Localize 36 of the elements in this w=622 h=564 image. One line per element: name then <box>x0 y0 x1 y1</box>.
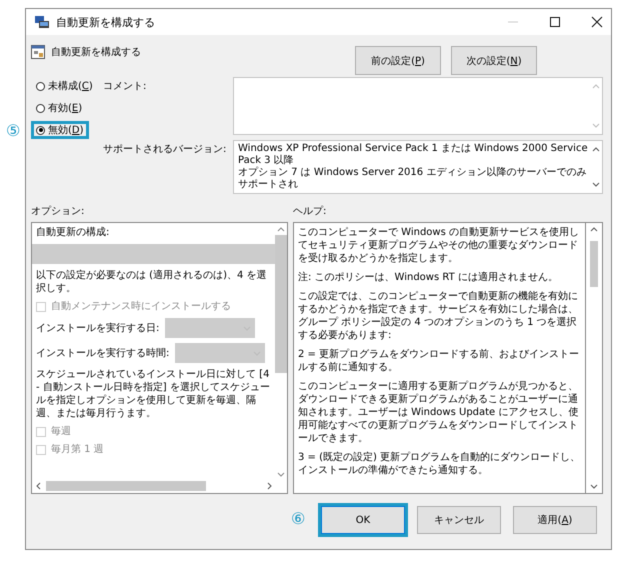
checkbox-label: 毎週 <box>51 425 71 438</box>
dialog-button[interactable]: OK <box>321 506 405 534</box>
callout-number: ⑤ <box>6 122 20 140</box>
option-text: 自動更新の構成: <box>36 226 110 239</box>
help-text: このコンピューターに適用する更新プログラムが見つかると、ダウンロードできる更新プログラムがあることがユーザーに通知されます。ユーザーは Windows Update にアクセスし、使用可能なすべての更新プログラムをダウンロードしてインストールできます。 <box>298 380 580 445</box>
checkbox-label: 自動メンテナンス時にインストールする <box>51 300 231 313</box>
options-label: オプション: <box>31 204 86 219</box>
close-icon <box>591 16 603 28</box>
setting-name: 自動更新を構成する <box>51 46 142 59</box>
comment-label: コメント: <box>103 80 148 94</box>
help-text: 2 = 更新プログラムをダウンロードする前、およびインストールする前に通知する。 <box>298 348 580 374</box>
help-text: この設定では、このコンピューターで自動更新の機能を有効にするかどうかを指定できます。サービスを有効にした場合は、グループ ポリシー設定の 4 つのオプションのうち 1 つを選択する必要があります: <box>298 290 579 342</box>
radio-option[interactable]: 無効(D) <box>31 121 89 139</box>
app-icon <box>34 15 50 29</box>
field-label: インストールを実行する時間: <box>36 346 170 360</box>
help-label: ヘルプ: <box>293 204 328 219</box>
checkbox-label: 毎月第 1 週 <box>51 443 104 456</box>
supported-label: サポートされるバージョン: <box>103 143 228 157</box>
radio-option[interactable]: 未構成(C) <box>31 77 98 95</box>
version-text: Windows XP Professional Service Pack 1 または Windows 2000 Service Pack 3 以降 <box>238 143 589 166</box>
dialog-button[interactable]: キャンセル <box>417 506 501 534</box>
nav-button[interactable]: 前の設定(P) <box>355 46 441 75</box>
help-text: 注: このポリシーは、Windows RT には適用されません。 <box>298 271 559 284</box>
nav-button[interactable]: 次の設定(N) <box>451 46 537 75</box>
window-title: 自動更新を構成する <box>56 14 156 30</box>
maximize-icon <box>549 16 561 28</box>
option-text: 以下の設定が必要なのは (適用されるのは)、4 を選択しす。 <box>36 269 268 295</box>
dialog-button[interactable]: 適用(A) <box>513 506 597 534</box>
policy-icon <box>31 45 45 59</box>
radio-option[interactable]: 有効(E) <box>31 99 88 117</box>
callout-number: ⑥ <box>291 510 306 528</box>
field-label: インストールを実行する日: <box>36 322 160 334</box>
option-text: スケジュールされているインストール日に対して [4 - 自動ンストール日時を指定] を選択してスケジュールを指定しオプションを使用して更新を毎週、隔週、または毎月行うます。 <box>36 368 271 420</box>
version-text: オプション 7 は Windows Server 2016 エディション以降のサーバーでのみサポートされ <box>238 167 588 191</box>
help-text: 3 = (既定の設定) 更新プログラムを自動的にダウンロードし、インストールの準備ができたら通知する。 <box>298 451 581 477</box>
help-text: このコンピューターで Windows の自動更新サービスを使用してセキュリティ更新プログラムやその他の重要なダウンロードを受け取るかどうかを指定します。 <box>298 226 580 265</box>
